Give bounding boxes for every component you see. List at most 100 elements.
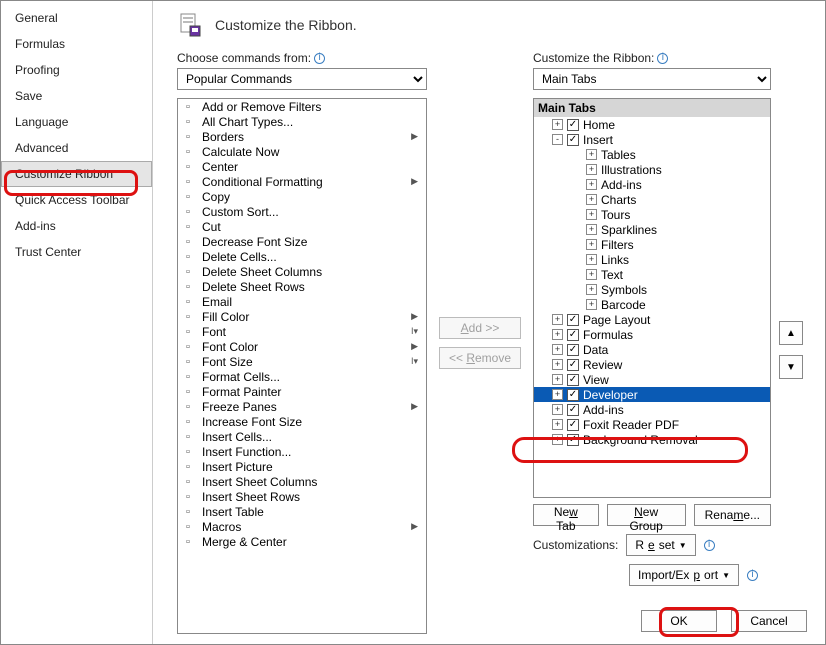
command-item[interactable]: ▫Font SizeI▾ [178, 354, 426, 369]
sidebar-item-general[interactable]: General [1, 5, 152, 31]
command-item[interactable]: ▫Delete Cells... [178, 249, 426, 264]
sidebar-item-language[interactable]: Language [1, 109, 152, 135]
expander-icon[interactable]: - [552, 134, 563, 145]
expander-icon[interactable]: + [586, 149, 597, 160]
expander-icon[interactable]: + [586, 254, 597, 265]
new-group-button[interactable]: New Group [607, 504, 686, 526]
add-button[interactable]: Add >> [439, 317, 521, 339]
tree-tab[interactable]: +✓Developer [534, 387, 770, 402]
checkbox[interactable]: ✓ [567, 119, 579, 131]
command-item[interactable]: ▫Conditional Formatting▶ [178, 174, 426, 189]
sidebar-item-customize-ribbon[interactable]: Customize Ribbon [1, 161, 152, 187]
command-item[interactable]: ▫Decrease Font Size [178, 234, 426, 249]
checkbox[interactable]: ✓ [567, 314, 579, 326]
rename-button[interactable]: Rename... [694, 504, 771, 526]
expander-icon[interactable]: + [552, 314, 563, 325]
tree-tab[interactable]: +✓Review [534, 357, 770, 372]
command-item[interactable]: ▫All Chart Types... [178, 114, 426, 129]
checkbox[interactable]: ✓ [567, 134, 579, 146]
tree-group[interactable]: +Filters [534, 237, 770, 252]
ok-button[interactable]: OK [641, 610, 717, 632]
command-item[interactable]: ▫Insert Sheet Columns [178, 474, 426, 489]
info-icon[interactable]: i [314, 53, 325, 64]
command-item[interactable]: ▫Macros▶ [178, 519, 426, 534]
tree-tab[interactable]: +✓Formulas [534, 327, 770, 342]
checkbox[interactable]: ✓ [567, 374, 579, 386]
checkbox[interactable]: ✓ [567, 344, 579, 356]
command-item[interactable]: ▫Calculate Now [178, 144, 426, 159]
sidebar-item-save[interactable]: Save [1, 83, 152, 109]
command-item[interactable]: ▫Freeze Panes▶ [178, 399, 426, 414]
expander-icon[interactable]: + [552, 404, 563, 415]
tree-group[interactable]: +Symbols [534, 282, 770, 297]
command-item[interactable]: ▫Cut [178, 219, 426, 234]
expander-icon[interactable]: + [586, 299, 597, 310]
command-item[interactable]: ▫Format Cells... [178, 369, 426, 384]
tree-group[interactable]: +Barcode [534, 297, 770, 312]
info-icon[interactable]: i [747, 570, 758, 581]
tree-group[interactable]: +Links [534, 252, 770, 267]
command-item[interactable]: ▫Borders▶ [178, 129, 426, 144]
checkbox[interactable]: ✓ [567, 359, 579, 371]
command-item[interactable]: ▫Increase Font Size [178, 414, 426, 429]
sidebar-item-formulas[interactable]: Formulas [1, 31, 152, 57]
command-item[interactable]: ▫Custom Sort... [178, 204, 426, 219]
tree-tab[interactable]: +✓Foxit Reader PDF [534, 417, 770, 432]
expander-icon[interactable]: + [552, 344, 563, 355]
expander-icon[interactable]: + [552, 359, 563, 370]
command-item[interactable]: ▫Add or Remove Filters [178, 99, 426, 114]
command-item[interactable]: ▫FontI▾ [178, 324, 426, 339]
tree-tab[interactable]: +✓Data [534, 342, 770, 357]
expander-icon[interactable]: + [552, 434, 563, 445]
expander-icon[interactable]: + [586, 194, 597, 205]
tree-group[interactable]: +Tours [534, 207, 770, 222]
command-item[interactable]: ▫Insert Function... [178, 444, 426, 459]
expander-icon[interactable]: + [552, 374, 563, 385]
command-item[interactable]: ▫Insert Cells... [178, 429, 426, 444]
sidebar-item-quick-access-toolbar[interactable]: Quick Access Toolbar [1, 187, 152, 213]
command-item[interactable]: ▫Insert Picture [178, 459, 426, 474]
expander-icon[interactable]: + [586, 284, 597, 295]
checkbox[interactable]: ✓ [567, 404, 579, 416]
expander-icon[interactable]: + [586, 239, 597, 250]
tree-tab[interactable]: +✓Page Layout [534, 312, 770, 327]
tree-group[interactable]: +Illustrations [534, 162, 770, 177]
tree-tab[interactable]: -✓Insert [534, 132, 770, 147]
tree-tab[interactable]: +✓Add-ins [534, 402, 770, 417]
expander-icon[interactable]: + [552, 419, 563, 430]
tree-group[interactable]: +Sparklines [534, 222, 770, 237]
tree-group[interactable]: +Add-ins [534, 177, 770, 192]
command-item[interactable]: ▫Fill Color▶ [178, 309, 426, 324]
command-item[interactable]: ▫Email [178, 294, 426, 309]
expander-icon[interactable]: + [586, 269, 597, 280]
new-tab-button[interactable]: New Tab [533, 504, 599, 526]
command-item[interactable]: ▫Insert Sheet Rows [178, 489, 426, 504]
info-icon[interactable]: i [704, 540, 715, 551]
expander-icon[interactable]: + [552, 119, 563, 130]
checkbox[interactable]: ✓ [567, 389, 579, 401]
tree-group[interactable]: +Charts [534, 192, 770, 207]
remove-button[interactable]: << Remove [439, 347, 521, 369]
expander-icon[interactable]: + [586, 164, 597, 175]
tree-group[interactable]: +Tables [534, 147, 770, 162]
expander-icon[interactable]: + [552, 389, 563, 400]
command-item[interactable]: ▫Format Painter [178, 384, 426, 399]
checkbox[interactable]: ✓ [567, 329, 579, 341]
tree-group[interactable]: +Text [534, 267, 770, 282]
tree-tab[interactable]: +✓Home [534, 117, 770, 132]
sidebar-item-add-ins[interactable]: Add-ins [1, 213, 152, 239]
command-item[interactable]: ▫Font Color▶ [178, 339, 426, 354]
move-down-button[interactable]: ▼ [779, 355, 803, 379]
reset-button[interactable]: Reset ▼ [626, 534, 695, 556]
command-item[interactable]: ▫Delete Sheet Columns [178, 264, 426, 279]
command-item[interactable]: ▫Insert Table [178, 504, 426, 519]
tree-tab[interactable]: +✓View [534, 372, 770, 387]
customize-ribbon-combo[interactable]: Main Tabs [533, 68, 771, 90]
import-export-button[interactable]: Import/Export ▼ [629, 564, 739, 586]
command-item[interactable]: ▫Center [178, 159, 426, 174]
tree-tab[interactable]: +✓Background Removal [534, 432, 770, 447]
expander-icon[interactable]: + [586, 179, 597, 190]
sidebar-item-advanced[interactable]: Advanced [1, 135, 152, 161]
command-item[interactable]: ▫Copy [178, 189, 426, 204]
choose-commands-combo[interactable]: Popular Commands [177, 68, 427, 90]
